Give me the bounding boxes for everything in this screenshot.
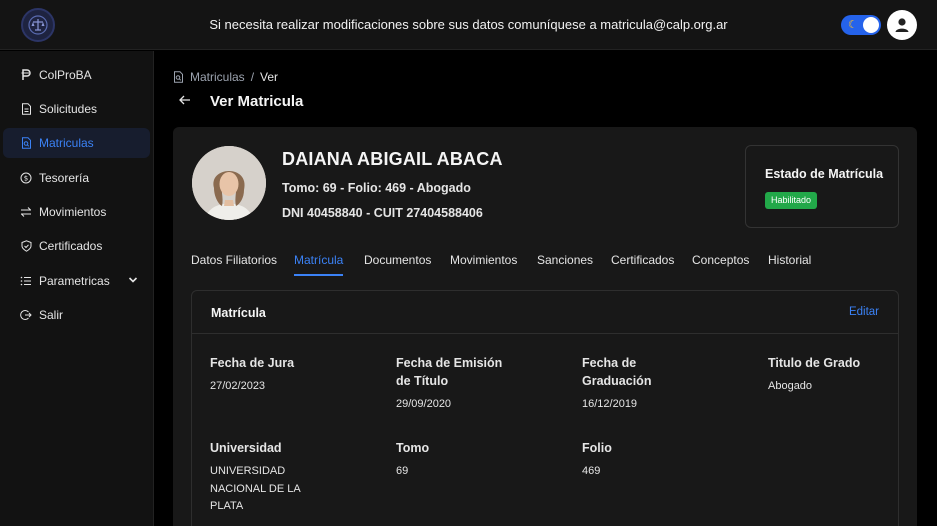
top-bar: Si necesita realizar modificaciones sobr… (0, 0, 937, 50)
sidebar-item-certificados[interactable]: Certificados (3, 231, 150, 261)
field-label: Fecha de Graduación (582, 356, 652, 388)
tab-certificados[interactable]: Certificados (611, 253, 674, 267)
tab-matricula[interactable]: Matrícula (294, 253, 344, 276)
document-search-icon (20, 137, 32, 149)
tab-movimientos[interactable]: Movimientos (450, 253, 517, 267)
toggle-knob (863, 17, 879, 33)
breadcrumb-current: Ver (260, 70, 279, 84)
matricula-card: DAIANA ABIGAIL ABACA Tomo: 69 - Folio: 4… (173, 127, 917, 526)
matricula-details-panel: Matrícula Editar Fecha de Jura 27/02/202… (191, 290, 899, 526)
tab-documentos[interactable]: Documentos (364, 253, 431, 267)
logout-icon (20, 309, 32, 321)
sidebar-item-solicitudes[interactable]: Solicitudes (3, 94, 150, 124)
field-value: 29/09/2020 (396, 398, 452, 410)
page-title: Ver Matricula (210, 93, 304, 110)
list-icon (20, 275, 32, 287)
status-badge: Habilitado (765, 192, 818, 209)
breadcrumb-separator: / (250, 70, 255, 84)
sidebar-item-tesoreria[interactable]: $ Tesorería (3, 163, 150, 193)
sidebar-item-movimientos[interactable]: Movimientos (3, 197, 150, 227)
field-fecha-jura: Fecha de Jura 27/02/2023 (210, 354, 360, 394)
moon-icon: ☾ (848, 19, 858, 31)
breadcrumb: Matriculas / Ver (173, 70, 278, 84)
edit-link[interactable]: Editar (849, 306, 879, 318)
transfer-icon (20, 206, 32, 218)
sidebar: ColProBA Solicitudes Matriculas $ Tesore… (0, 51, 154, 526)
theme-toggle[interactable]: ☾ (841, 15, 881, 35)
member-tomo-folio: Tomo: 69 - Folio: 469 - Abogado (282, 181, 471, 195)
field-value: 469 (582, 465, 601, 477)
back-button[interactable] (178, 93, 192, 112)
svg-text:$: $ (24, 175, 28, 183)
panel-header: Matrícula Editar (192, 291, 898, 334)
field-folio: Folio 469 (582, 439, 742, 479)
field-fecha-graduacion: Fecha de Graduación 16/12/2019 (582, 354, 662, 412)
sidebar-item-label: Certificados (39, 239, 103, 253)
field-value: 69 (396, 465, 409, 477)
document-search-icon (174, 71, 183, 83)
peso-icon (20, 69, 32, 81)
sidebar-item-label: Movimientos (39, 205, 107, 219)
field-value: 27/02/2023 (210, 380, 266, 392)
field-fecha-emision: Fecha de Emisión de Título 29/09/2020 (396, 354, 511, 412)
sidebar-item-label: Solicitudes (39, 102, 98, 116)
estado-panel: Estado de Matrícula Habilitado (745, 145, 899, 228)
user-menu-button[interactable] (887, 10, 917, 40)
estado-title: Estado de Matrícula (765, 167, 884, 181)
field-value: 16/12/2019 (582, 398, 638, 410)
document-icon (20, 103, 32, 115)
sidebar-item-parametricas[interactable]: Parametricas (3, 266, 150, 296)
field-label: Folio (582, 441, 612, 455)
sidebar-item-label: Matriculas (39, 136, 94, 150)
arrow-left-icon (179, 95, 190, 105)
field-label: Universidad (210, 441, 282, 455)
member-name: DAIANA ABIGAIL ABACA (282, 149, 503, 169)
shield-check-icon (20, 240, 32, 252)
tab-historial[interactable]: Historial (768, 253, 811, 267)
field-value: Abogado (768, 380, 813, 392)
field-label: Tomo (396, 441, 430, 455)
sidebar-item-matriculas[interactable]: Matriculas (3, 128, 150, 158)
field-tomo: Tomo 69 (396, 439, 556, 479)
field-label: Fecha de Jura (210, 356, 295, 370)
sidebar-item-label: Tesorería (39, 171, 90, 185)
sidebar-item-label: Salir (39, 308, 64, 322)
chevron-down-icon[interactable] (128, 274, 138, 288)
contact-message: Si necesita realizar modificaciones sobr… (209, 17, 728, 32)
field-label: Titulo de Grado (768, 356, 861, 370)
sidebar-item-label: ColProBA (39, 68, 92, 82)
coin-icon: $ (20, 172, 32, 184)
sidebar-item-label: Parametricas (39, 274, 110, 288)
field-value: UNIVERSIDAD NACIONAL DE LA PLATA (210, 465, 301, 512)
field-titulo: Titulo de Grado Abogado (768, 354, 888, 394)
user-avatar-icon (895, 18, 909, 32)
member-dni-cuit: DNI 40458840 - CUIT 27404588406 (282, 206, 483, 220)
panel-title: Matrícula (211, 306, 266, 320)
field-universidad: Universidad UNIVERSIDAD NACIONAL DE LA P… (210, 439, 315, 516)
tab-datos-filiatorios[interactable]: Datos Filiatorios (191, 253, 277, 267)
tab-sanciones[interactable]: Sanciones (537, 253, 593, 267)
field-label: Fecha de Emisión de Título (396, 356, 503, 388)
profile-photo (192, 146, 266, 220)
sidebar-item-salir[interactable]: Salir (3, 300, 150, 330)
breadcrumb-link-matriculas[interactable]: Matriculas (190, 70, 245, 84)
tab-conceptos[interactable]: Conceptos (692, 253, 749, 267)
sidebar-item-colproba[interactable]: ColProBA (3, 60, 150, 90)
